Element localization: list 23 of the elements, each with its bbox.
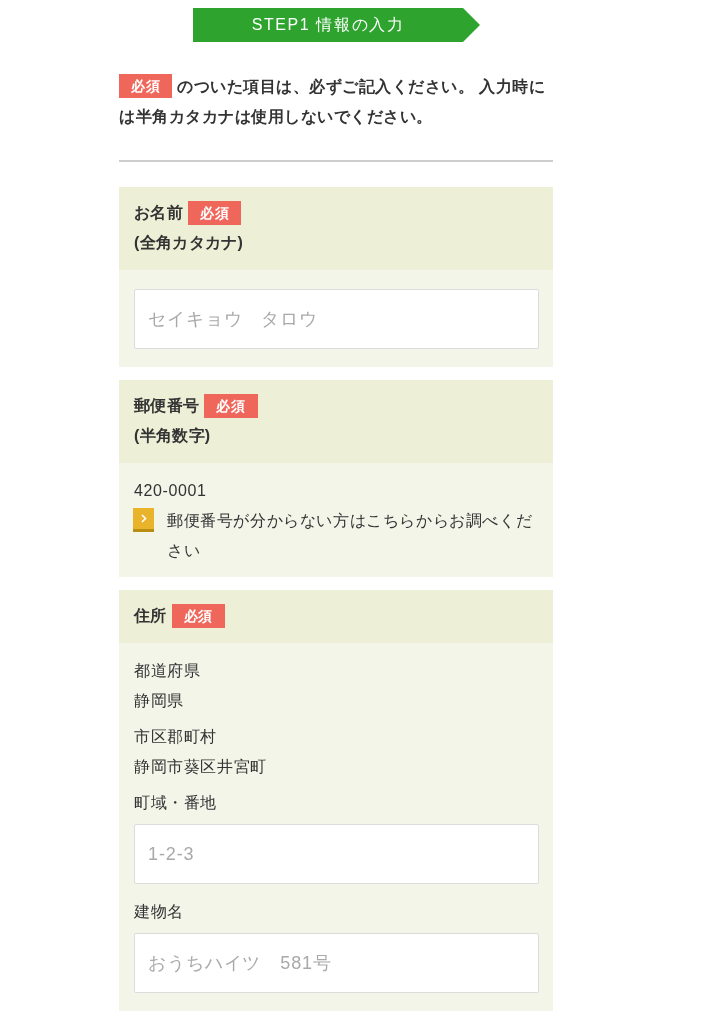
field-value: 静岡県 [134, 691, 185, 711]
required-badge: 必須 [204, 394, 258, 418]
text-input[interactable]: セイキョウ タロウ [134, 289, 539, 349]
field-value: 420-0001 [134, 481, 208, 501]
field-value: 静岡市葵区井宮町 [134, 757, 268, 777]
required-badge: 必須 [119, 74, 173, 98]
text-input[interactable]: おうちハイツ 581号 [134, 933, 539, 993]
notice-text: 必須 のついた項目は、必ずご記入ください。 入力時には半角カタカナは使用しないでください。 [119, 72, 553, 132]
field-label: 住所 [134, 606, 167, 626]
field-label: 郵便番号 [134, 396, 200, 416]
step-banner: STEP1 情報の入力 [193, 8, 480, 42]
field-label: お名前 [134, 203, 183, 223]
chevron-right-icon [133, 508, 154, 532]
text-input[interactable]: 1-2-3 [134, 824, 539, 884]
field-note: (半角数字) [134, 426, 212, 446]
field-label: 町域・番地 [134, 793, 218, 813]
field-label: 市区郡町村 [134, 727, 218, 747]
required-badge: 必須 [187, 201, 242, 225]
required-badge: 必須 [171, 604, 225, 628]
field-label: 建物名 [134, 902, 185, 922]
postal-code-lookup-link[interactable]: 郵便番号が分からない方はこちらからお調べください [134, 506, 539, 566]
field-note: (全角カタカナ) [134, 233, 245, 253]
field-label: 都道府県 [134, 661, 202, 681]
